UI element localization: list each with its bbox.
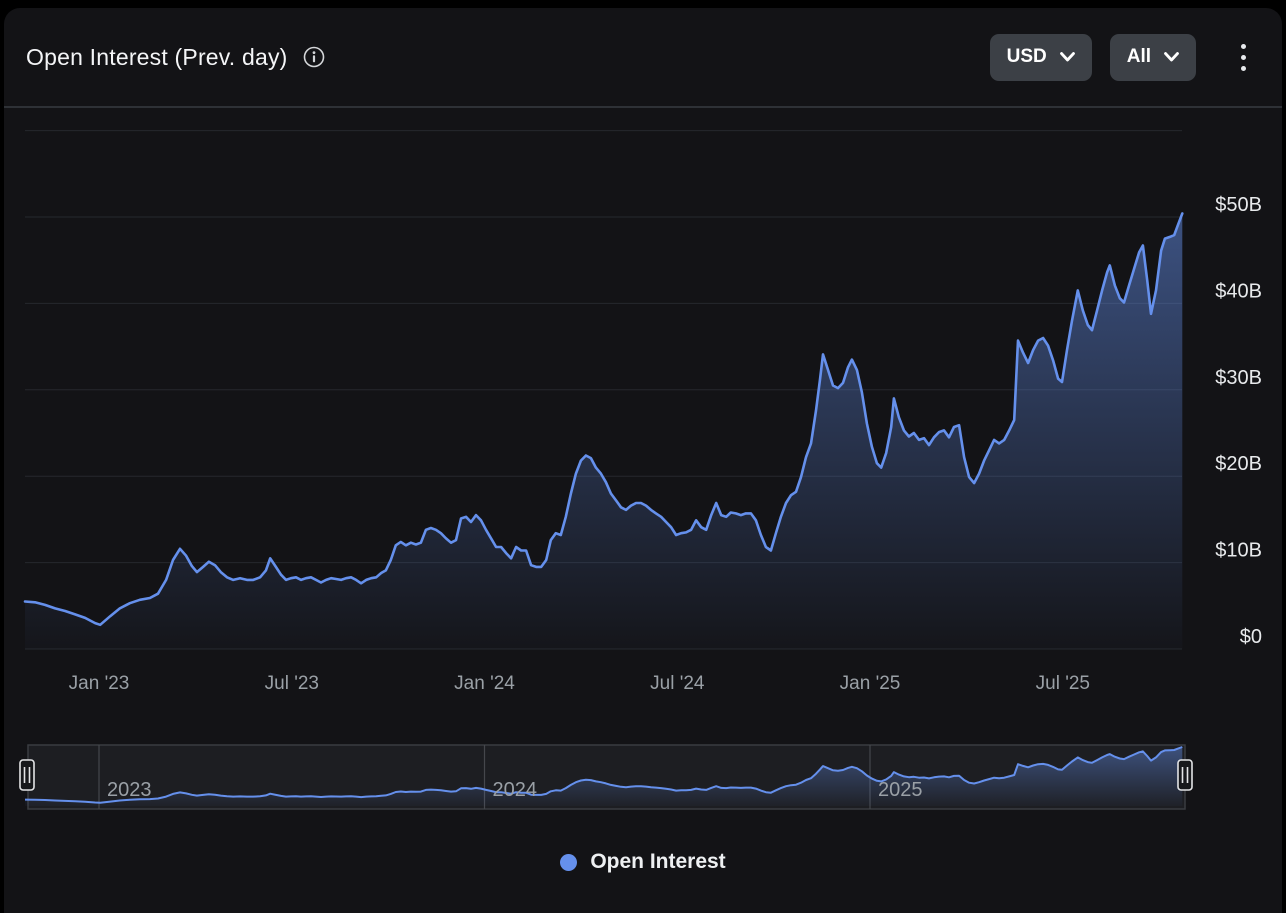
range-dropdown[interactable]: All xyxy=(1109,33,1196,81)
kebab-menu-icon[interactable] xyxy=(1226,34,1260,81)
navigator-year-label: 2023 xyxy=(107,779,152,801)
x-tick-label: Jul '23 xyxy=(265,673,319,694)
legend-marker-dot xyxy=(560,853,578,871)
y-tick-label: $40B xyxy=(1215,280,1262,302)
x-tick-label: Jan '24 xyxy=(454,673,515,694)
y-tick-label: $10B xyxy=(1215,540,1262,562)
navigator-year-label: 2025 xyxy=(878,779,923,801)
chevron-down-icon xyxy=(1164,52,1179,62)
legend-label: Open Interest xyxy=(590,850,726,873)
y-tick-label: $50B xyxy=(1215,194,1262,216)
open-interest-series xyxy=(23,212,1184,649)
currency-dropdown[interactable]: USD xyxy=(989,33,1092,81)
open-interest-card: Open Interest (Prev. day) USD All $0 $10… xyxy=(4,8,1282,913)
x-tick-label: Jul '24 xyxy=(650,673,705,694)
info-icon[interactable] xyxy=(302,45,326,69)
page-title: Open Interest (Prev. day) xyxy=(26,43,288,70)
chart-legend[interactable]: Open Interest xyxy=(4,840,1282,884)
x-tick-label: Jul '25 xyxy=(1036,673,1090,694)
x-tick-label: Jan '25 xyxy=(840,673,901,694)
navigator-right-handle[interactable] xyxy=(1177,759,1193,791)
currency-dropdown-value: USD xyxy=(1006,46,1047,67)
navigator[interactable]: 2023 2024 2025 xyxy=(4,738,1282,818)
navigator-left-handle[interactable] xyxy=(19,759,35,791)
y-tick-label: $30B xyxy=(1215,367,1262,389)
chevron-down-icon xyxy=(1059,52,1075,62)
x-axis-labels: Jan '23 Jul '23 Jan '24 Jul '24 Jan '25 Jul '… xyxy=(69,673,1090,694)
range-dropdown-value: All xyxy=(1126,46,1151,67)
y-axis-labels: $0 $10B $20B $30B $40B $50B xyxy=(1215,194,1262,648)
header-controls: USD All xyxy=(989,33,1260,81)
navigator-year-label: 2024 xyxy=(493,779,538,801)
y-tick-label: $20B xyxy=(1215,453,1262,475)
x-tick-label: Jan '23 xyxy=(69,673,130,694)
card-header: Open Interest (Prev. day) USD All xyxy=(4,8,1282,108)
y-tick-label: $0 xyxy=(1240,626,1262,648)
main-chart-area[interactable]: $0 $10B $20B $30B $40B $50B Jan '23 Jul '23 Jan… xyxy=(4,108,1282,708)
